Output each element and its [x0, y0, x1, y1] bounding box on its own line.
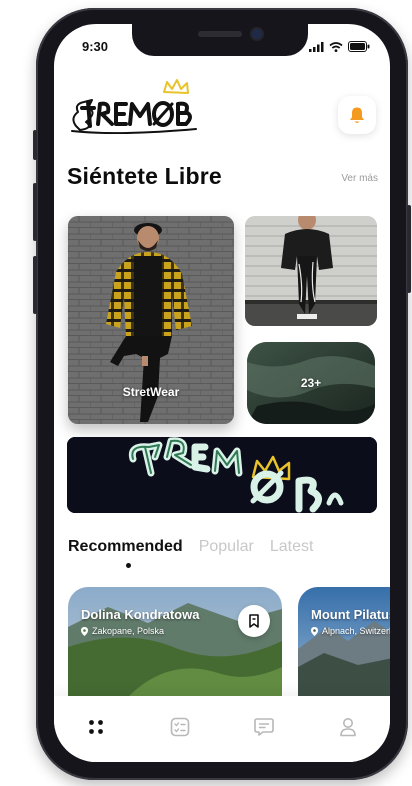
brand-banner[interactable] [67, 437, 377, 513]
fremob-logo [71, 79, 197, 134]
active-tab-indicator [126, 563, 131, 568]
destination-title: Mount Pilatus [311, 607, 390, 622]
volume-down-button [33, 256, 37, 314]
destination-location: Alpnach, Switzerland [311, 626, 390, 636]
location-pin-icon [311, 626, 318, 636]
gallery-card-outfit[interactable] [245, 216, 377, 326]
destination-location: Zakopane, Polska [81, 626, 164, 636]
tab-popular[interactable]: Popular [199, 538, 254, 556]
volume-up-button [33, 183, 37, 241]
gallery-more-card[interactable]: 23+ [247, 342, 375, 424]
notification-button[interactable] [338, 96, 376, 134]
destination-location-text: Alpnach, Switzerland [322, 626, 390, 636]
alpine-lake-photo [298, 587, 390, 697]
status-icons [309, 41, 370, 52]
category-tabs: Recommended Popular Latest [68, 538, 313, 556]
power-button [407, 205, 411, 293]
location-pin-icon [81, 626, 88, 636]
mountain-valley-photo [68, 587, 282, 697]
bottom-navigation [54, 696, 390, 762]
tab-recommended[interactable]: Recommended [68, 538, 183, 556]
nav-tasks[interactable] [166, 713, 194, 741]
destination-location-text: Zakopane, Polska [92, 626, 165, 636]
see-more-link[interactable]: Ver más [341, 173, 378, 184]
nav-messages[interactable] [250, 713, 278, 741]
streetwear-card[interactable]: StretWear [68, 216, 234, 424]
grid-dots-icon [89, 720, 103, 734]
bell-icon [350, 107, 364, 123]
nav-profile[interactable] [334, 713, 362, 741]
checklist-icon [170, 717, 190, 737]
profile-icon [340, 718, 356, 737]
destination-card[interactable]: Mount Pilatus Alpnach, Switzerland [298, 587, 390, 697]
streetwear-label: StretWear [122, 385, 180, 399]
app-screen: 9:30 Siéntete Libre Ver más StretWear 23… [54, 24, 390, 762]
status-time: 9:30 [82, 39, 109, 54]
tab-latest[interactable]: Latest [270, 538, 314, 556]
nav-home[interactable] [82, 713, 110, 741]
wifi-icon [329, 41, 343, 52]
camera-icon [252, 29, 262, 39]
battery-icon [348, 41, 370, 52]
outfit-photo [245, 216, 377, 326]
banner-graffiti-logo [67, 437, 377, 513]
bookmark-icon [249, 614, 259, 628]
signal-icon [309, 41, 324, 52]
speaker-grille [198, 31, 242, 37]
bookmark-button[interactable] [238, 605, 270, 637]
section-title: Siéntete Libre [67, 163, 222, 189]
more-count-label: 23+ [300, 376, 322, 390]
chat-icon [254, 718, 274, 736]
silent-switch [33, 130, 37, 160]
notch [132, 24, 308, 56]
destination-card[interactable]: Dolina Kondratowa Zakopane, Polska [68, 587, 282, 697]
destination-title: Dolina Kondratowa [81, 607, 200, 622]
